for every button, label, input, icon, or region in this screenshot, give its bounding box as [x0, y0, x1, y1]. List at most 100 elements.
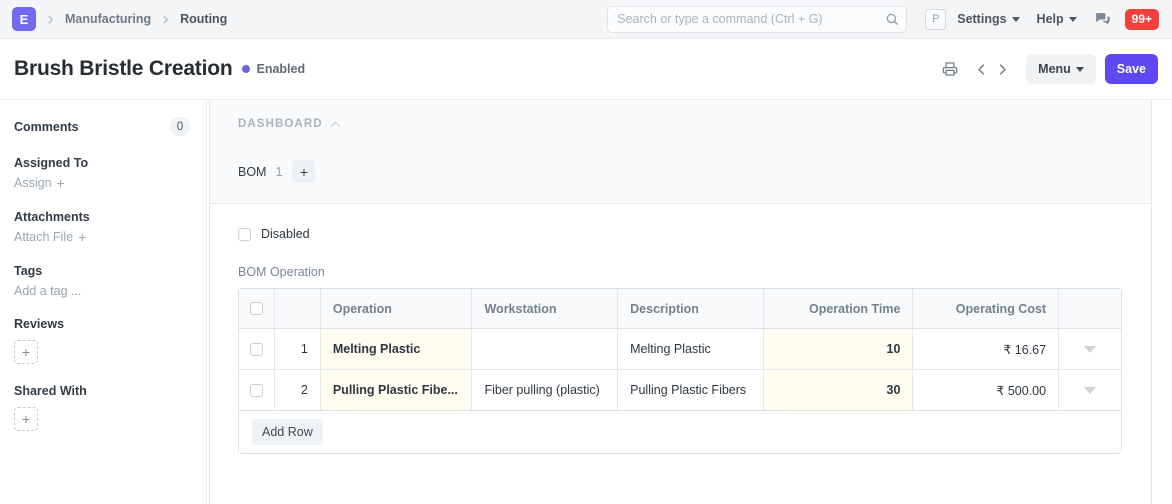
disabled-checkbox-label: Disabled: [261, 227, 310, 241]
tags-label: Tags: [14, 264, 190, 278]
shared-with-label: Shared With: [14, 384, 190, 398]
save-button[interactable]: Save: [1105, 54, 1158, 84]
menu-button[interactable]: Menu: [1026, 54, 1096, 84]
chevron-down-icon-row[interactable]: [1084, 387, 1096, 394]
status-dot-icon: [242, 65, 250, 73]
table-footer: Add Row: [239, 410, 1121, 453]
select-all-cell: [239, 289, 275, 328]
status-badge: Enabled: [242, 62, 305, 76]
chevron-down-icon-3: [1076, 67, 1084, 72]
table-header-row: Operation Workstation Description Operat…: [239, 289, 1121, 329]
page-title: Brush Bristle Creation: [14, 57, 232, 81]
cell-operating-cost[interactable]: ₹ 500.00: [913, 370, 1059, 410]
cell-operation[interactable]: Melting Plastic: [321, 329, 473, 369]
sidebar: Comments 0 Assigned To Assign + Attachme…: [0, 100, 207, 504]
top-navbar: E Manufacturing Routing P Settings Help …: [0, 0, 1172, 39]
settings-label: Settings: [957, 12, 1006, 26]
select-all-checkbox[interactable]: [250, 302, 263, 315]
search-container: [607, 6, 907, 33]
header-workstation[interactable]: Workstation: [472, 289, 618, 328]
previous-record-icon[interactable]: [971, 60, 992, 79]
row-expand-cell: [1059, 370, 1121, 410]
help-label: Help: [1037, 12, 1064, 26]
chat-icon[interactable]: [1094, 11, 1111, 28]
add-bom-button[interactable]: +: [292, 160, 315, 183]
bom-operation-table: Operation Workstation Description Operat…: [238, 288, 1122, 454]
bom-operation-label: BOM Operation: [238, 265, 1123, 279]
add-shared-user-button[interactable]: +: [14, 407, 38, 431]
header-operation[interactable]: Operation: [321, 289, 473, 328]
chevron-right-icon-2: [160, 14, 171, 25]
print-icon[interactable]: [939, 58, 961, 80]
sidebar-section-attachments: Attachments Attach File +: [14, 210, 190, 244]
chevron-down-icon-2: [1069, 17, 1077, 22]
sidebar-section-shared-with: Shared With +: [14, 384, 190, 431]
sidebar-section-comments: Comments 0: [14, 117, 190, 136]
bom-count: 1: [275, 165, 282, 179]
assign-button[interactable]: Assign +: [14, 176, 190, 190]
settings-menu[interactable]: Settings: [957, 12, 1019, 26]
search-input[interactable]: [607, 6, 907, 33]
breadcrumb-routing[interactable]: Routing: [180, 12, 227, 26]
add-review-button[interactable]: +: [14, 340, 38, 364]
cell-operation-time[interactable]: 10: [764, 329, 914, 369]
chevron-down-icon: [1012, 17, 1020, 22]
row-checkbox[interactable]: [250, 343, 263, 356]
add-tag-input[interactable]: Add a tag ...: [14, 284, 190, 298]
attach-file-label: Attach File: [14, 230, 73, 244]
cell-workstation[interactable]: [472, 329, 618, 369]
next-record-icon[interactable]: [992, 60, 1013, 79]
comments-count: 0: [170, 117, 190, 136]
add-row-button[interactable]: Add Row: [252, 419, 323, 445]
dashboard-section-label: DASHBOARD: [238, 118, 323, 130]
record-navigation: [971, 60, 1013, 79]
menu-button-label: Menu: [1038, 62, 1071, 76]
form-section: Disabled BOM Operation Operation Worksta…: [210, 204, 1151, 454]
chevron-up-icon: [330, 121, 340, 131]
chevron-down-icon-row[interactable]: [1084, 346, 1096, 353]
notification-badge[interactable]: 99+: [1125, 9, 1159, 30]
status-label: Enabled: [256, 62, 305, 76]
plus-icon-2: +: [78, 230, 86, 244]
sidebar-section-tags: Tags Add a tag ...: [14, 264, 190, 298]
header-operation-time[interactable]: Operation Time: [764, 289, 914, 328]
attach-file-button[interactable]: Attach File +: [14, 230, 190, 244]
row-index: 1: [275, 329, 321, 369]
comments-label: Comments: [14, 120, 79, 134]
cell-operation[interactable]: Pulling Plastic Fibe...: [321, 370, 473, 410]
cell-workstation[interactable]: Fiber pulling (plastic): [472, 370, 618, 410]
header-actions: [1059, 289, 1121, 328]
dashboard-section: DASHBOARD BOM 1 +: [210, 100, 1151, 204]
row-select-cell: [239, 370, 275, 410]
header-description[interactable]: Description: [618, 289, 764, 328]
help-menu[interactable]: Help: [1037, 12, 1077, 26]
app-logo[interactable]: E: [12, 7, 36, 31]
avatar[interactable]: P: [925, 9, 946, 30]
disabled-checkbox-row: Disabled: [238, 227, 1123, 241]
content-panel: DASHBOARD BOM 1 + Disabled BOM Operation: [209, 100, 1152, 504]
page-body: Comments 0 Assigned To Assign + Attachme…: [0, 100, 1172, 504]
attachments-label: Attachments: [14, 210, 190, 224]
assign-label: Assign: [14, 176, 52, 190]
bom-label: BOM: [238, 165, 266, 179]
main-content: DASHBOARD BOM 1 + Disabled BOM Operation: [207, 100, 1172, 504]
chevron-right-icon: [45, 14, 56, 25]
header-index: [275, 289, 321, 328]
breadcrumb-manufacturing[interactable]: Manufacturing: [65, 12, 151, 26]
page-header: Brush Bristle Creation Enabled Menu Save: [0, 39, 1172, 100]
assigned-to-label: Assigned To: [14, 156, 190, 170]
disabled-checkbox[interactable]: [238, 228, 251, 241]
table-row: 2 Pulling Plastic Fibe... Fiber pulling …: [239, 370, 1121, 410]
table-row: 1 Melting Plastic Melting Plastic 10 ₹ 1…: [239, 329, 1121, 370]
cell-description[interactable]: Melting Plastic: [618, 329, 764, 369]
cell-operation-time[interactable]: 30: [764, 370, 914, 410]
dashboard-section-toggle[interactable]: DASHBOARD: [238, 118, 1151, 130]
header-operating-cost[interactable]: Operating Cost: [913, 289, 1059, 328]
cell-operating-cost[interactable]: ₹ 16.67: [913, 329, 1059, 369]
plus-icon: +: [57, 176, 65, 190]
sidebar-section-assigned-to: Assigned To Assign +: [14, 156, 190, 190]
cell-description[interactable]: Pulling Plastic Fibers: [618, 370, 764, 410]
row-checkbox[interactable]: [250, 384, 263, 397]
table-body: 1 Melting Plastic Melting Plastic 10 ₹ 1…: [239, 329, 1121, 410]
row-expand-cell: [1059, 329, 1121, 369]
